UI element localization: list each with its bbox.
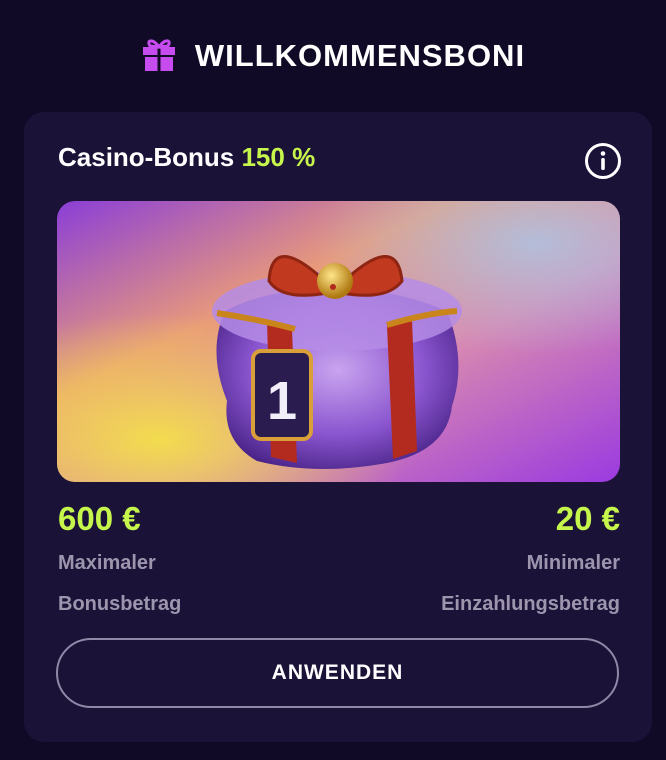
bonus-image: 1 [57,201,620,482]
page-title: WILLKOMMENSBONI [194,38,526,73]
max-bonus-label-line2: Bonusbetrag [58,593,182,615]
apply-button[interactable]: ANWENDEN [56,638,619,708]
max-bonus-label-line1: Maximaler [58,552,156,574]
info-button[interactable] [584,142,622,180]
max-bonus-value: 600 € [58,500,141,537]
page-header: WILLKOMMENSBONI [0,0,666,112]
min-deposit-label: Minimaler Einzahlungsbetrag [441,543,620,625]
min-deposit-label-line1: Minimaler [526,552,620,574]
min-deposit-value: 20 € [555,500,620,537]
info-icon [585,143,621,179]
bonus-title: Casino-Bonus 150 % [58,142,315,173]
max-bonus-stat: 600 € Maximaler Bonusbetrag [58,500,181,625]
min-deposit-stat: 20 € Minimaler Einzahlungsbetrag [441,500,620,625]
bonus-percentage: 150 % [241,142,316,172]
bonus-card: Casino-Bonus 150 % 1 600 € Maximaler Bon… [24,112,652,742]
bonus-name: Casino-Bonus [58,142,235,172]
gift-icon [141,36,177,77]
bonus-image-number: 1 [267,371,297,431]
min-deposit-label-line2: Einzahlungsbetrag [441,593,620,615]
max-bonus-label: Maximaler Bonusbetrag [58,543,181,625]
